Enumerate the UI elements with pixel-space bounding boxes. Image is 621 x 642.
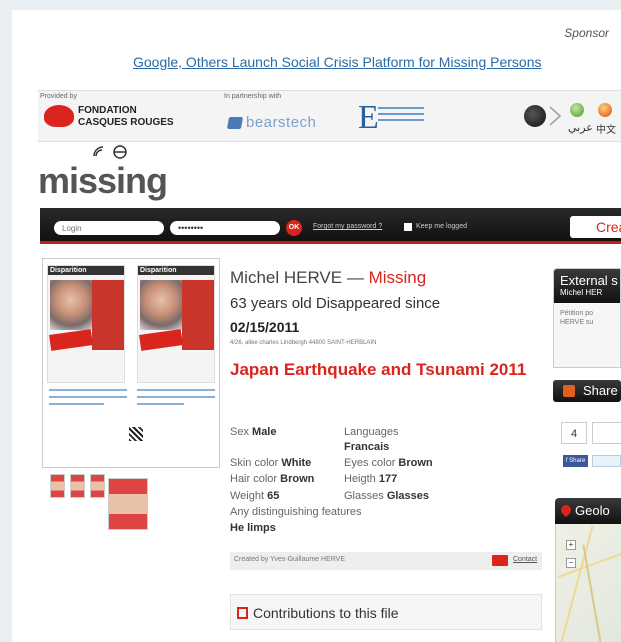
- globe-icon[interactable]: [524, 105, 546, 127]
- map[interactable]: + −: [555, 524, 621, 642]
- bearstech-logo-text[interactable]: bearstech: [246, 114, 316, 131]
- provided-by-label: Provided by: [40, 93, 77, 100]
- age-line: 63 years old Disappeared since: [230, 295, 441, 312]
- contributions-label: Contributions to this file: [253, 605, 399, 621]
- create-button[interactable]: Crea: [570, 216, 621, 238]
- poster-text-lines: [49, 389, 127, 410]
- external-sources-header: External s Michel HER: [554, 269, 620, 303]
- attr-height: Heigth 177: [344, 473, 398, 485]
- partner-strip: Provided by FONDATION CASQUES ROUGES In …: [38, 90, 621, 142]
- page: Sponsor Google, Others Launch Social Cri…: [12, 10, 621, 642]
- forgot-password-link[interactable]: Forgot my password ?: [313, 223, 382, 230]
- login-ok-button[interactable]: OK: [286, 220, 302, 236]
- poster-image[interactable]: Disparition: [47, 265, 125, 383]
- partnership-label: In partnership with: [224, 93, 282, 100]
- address: 4/26, allée charles Lindbergh 44800 SAIN…: [230, 340, 377, 346]
- chevron-right-icon: [549, 106, 562, 126]
- keep-logged-checkbox[interactable]: [404, 223, 412, 231]
- external-sources-sub: Michel HER: [560, 288, 603, 297]
- fondation-logo-icon[interactable]: [44, 105, 74, 127]
- attr-weight: Weight 65: [230, 490, 280, 502]
- geolocation-label: Geolo: [575, 503, 610, 518]
- attr-skin: Skin color White: [230, 457, 312, 469]
- external-sources-title: External s: [560, 273, 618, 288]
- password-input[interactable]: [170, 221, 280, 235]
- contributions-section[interactable]: Contributions to this file: [230, 594, 542, 630]
- thumbnail-strip: [50, 472, 150, 536]
- poster-title: Disparition: [138, 266, 214, 275]
- attr-sex: Sex Male: [230, 426, 277, 438]
- created-by: Created by Yves-Guillaume HERVE: [234, 556, 346, 563]
- share-count-box: [592, 422, 621, 444]
- thumbnail[interactable]: [70, 474, 85, 498]
- geolocation-header: Geolo: [555, 498, 621, 524]
- zoom-out-button[interactable]: −: [566, 558, 576, 568]
- sponsor-link[interactable]: Google, Others Launch Social Crisis Plat…: [133, 54, 542, 70]
- share-label: Share: [583, 383, 618, 398]
- attr-features: He limps: [230, 522, 276, 534]
- person-name: Michel HERVE —: [230, 268, 364, 287]
- fondation-line2: CASQUES ROUGES: [78, 117, 174, 128]
- thumbnail[interactable]: [90, 474, 105, 498]
- attr-languages: Francais: [344, 441, 390, 453]
- rss-icon: [563, 385, 575, 397]
- bearstech-logo-icon[interactable]: [226, 117, 244, 129]
- map-pin-icon: [558, 502, 574, 518]
- twitter-share-button[interactable]: [592, 455, 621, 467]
- attr-glasses: Glasses Glasses: [344, 490, 430, 502]
- petition-text[interactable]: Pétition po HERVE su: [554, 303, 620, 333]
- poster-text-lines: [137, 389, 215, 410]
- fondation-name[interactable]: FONDATION CASQUES ROUGES: [78, 105, 174, 129]
- esi-logo[interactable]: E: [358, 99, 428, 136]
- thumbnail[interactable]: [50, 474, 65, 498]
- site-logo[interactable]: missing: [38, 160, 168, 202]
- keep-logged-label: Keep me logged: [416, 223, 467, 230]
- external-sources-box: External s Michel HER Pétition po HERVE …: [553, 268, 621, 368]
- attr-hair: Hair color Brown: [230, 473, 315, 485]
- attr-languages-label: Languages: [344, 426, 399, 438]
- person-heading: Michel HERVE — Missing: [230, 268, 426, 288]
- creator-bar: Created by Yves-Guillaume HERVE Contact: [230, 552, 542, 570]
- thumbnail[interactable]: [108, 478, 148, 530]
- chinese-flag-icon[interactable]: [598, 103, 612, 117]
- status-badge: Missing: [368, 268, 427, 287]
- facebook-share-button[interactable]: f Share: [563, 455, 588, 467]
- share-header: Share: [553, 380, 621, 402]
- edit-icon: [237, 607, 248, 619]
- attr-eyes: Eyes color Brown: [344, 457, 433, 469]
- event-link[interactable]: Japan Earthquake and Tsunami 2011: [230, 358, 530, 381]
- poster-box[interactable]: Disparition Disparition: [42, 258, 220, 468]
- fondation-line1: FONDATION: [78, 105, 137, 116]
- zoom-in-button[interactable]: +: [566, 540, 576, 550]
- sponsor-label: Sponsor: [564, 26, 609, 40]
- contact-link[interactable]: Contact: [513, 556, 537, 563]
- lang-arabic[interactable]: عربي: [568, 121, 593, 134]
- poster-title: Disparition: [48, 266, 124, 275]
- poster-image[interactable]: Disparition: [137, 265, 215, 383]
- arabic-flag-icon[interactable]: [570, 103, 584, 117]
- share-count: 4: [561, 422, 587, 444]
- attr-features-label: Any distinguishing features: [230, 506, 362, 518]
- disappearance-date: 02/15/2011: [230, 319, 300, 335]
- login-bar: OK Forgot my password ? Keep me logged C…: [40, 208, 621, 244]
- mail-icon[interactable]: [492, 555, 508, 566]
- login-input[interactable]: [54, 221, 164, 235]
- qr-code-icon: [129, 427, 143, 441]
- signal-icon: [93, 145, 127, 159]
- lang-chinese[interactable]: 中文: [596, 121, 616, 136]
